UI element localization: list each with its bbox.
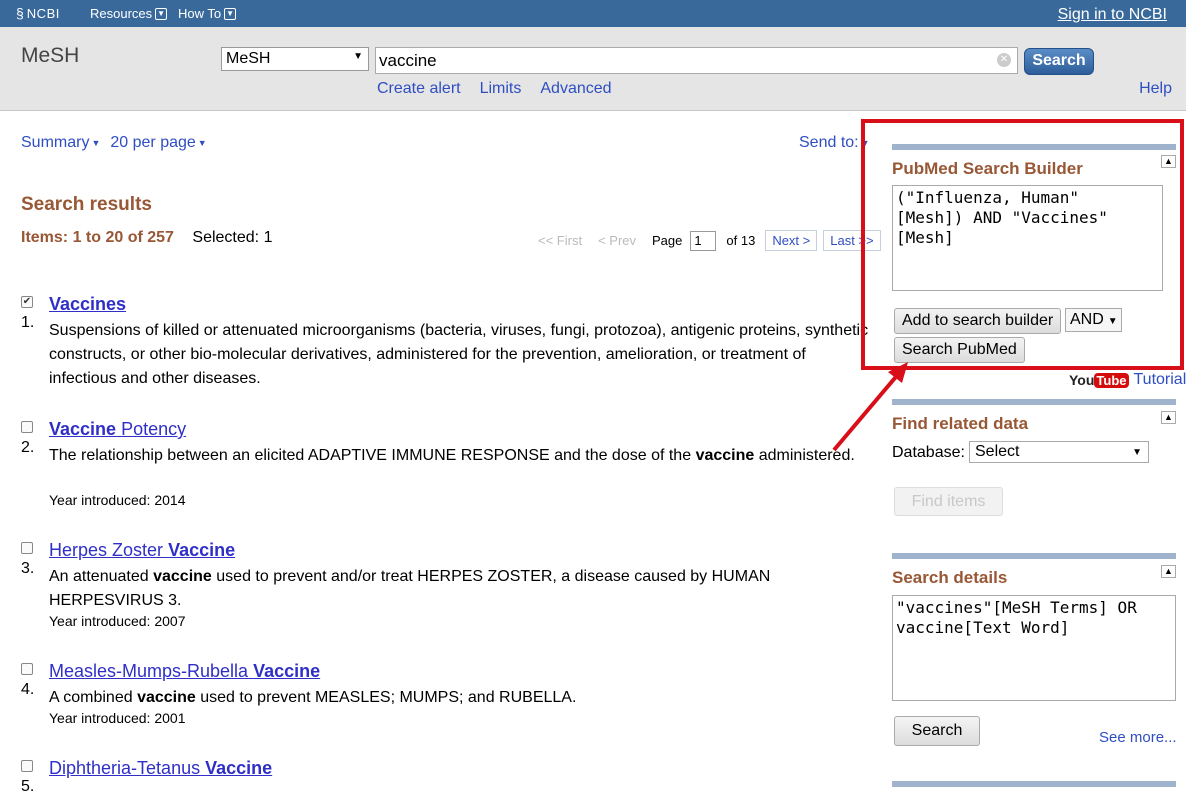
youtube-tutorial-link[interactable]: You Tube Tutorial (1069, 371, 1186, 389)
arrow-shaft (832, 370, 902, 452)
portlet-divider (892, 399, 1176, 405)
details-search-button[interactable]: Search (894, 716, 980, 746)
related-data-heading: Find related data (892, 414, 1029, 433)
youtube-logo-icon: You (1069, 372, 1095, 388)
collapse-icon[interactable]: ▲ (1161, 411, 1176, 424)
search-details-heading: Search details (892, 568, 1008, 587)
dropdown-arrow-icon: ▼ (1132, 447, 1142, 458)
database-label: Database: (892, 444, 965, 461)
see-more-link[interactable]: See more... (1099, 729, 1177, 746)
collapse-icon[interactable]: ▲ (1161, 565, 1176, 578)
portlet-divider (892, 553, 1176, 559)
portlet-divider (892, 781, 1176, 787)
related-database-select[interactable]: Select ▼ (969, 441, 1149, 463)
search-details-textarea[interactable]: "vaccines"[MeSH Terms] OR vaccine[Text W… (892, 595, 1176, 701)
find-items-button[interactable]: Find items (894, 487, 1003, 516)
